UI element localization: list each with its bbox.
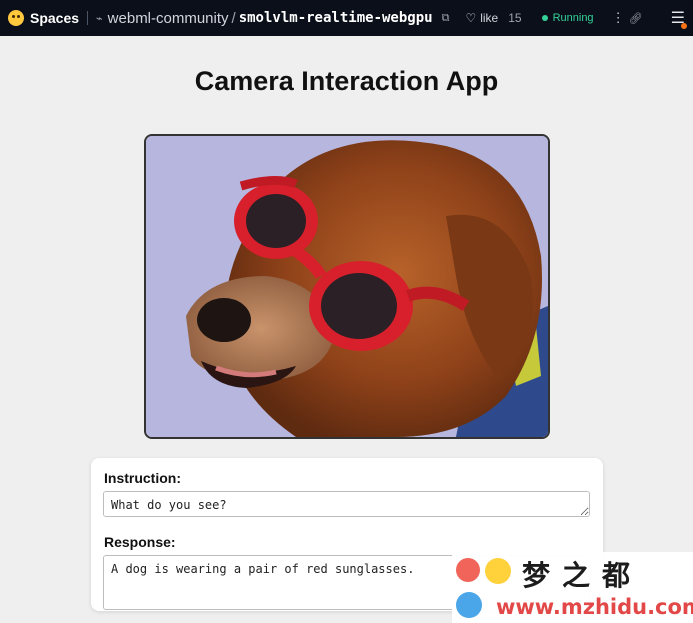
spaces-home-link[interactable]: Spaces [8,10,79,26]
divider [87,11,89,25]
status-label: Running [552,12,594,24]
notification-badge [681,23,687,29]
response-label: Response: [104,534,176,550]
watermark-bubble-icon [456,558,480,582]
dog-with-goggles-image [146,136,548,437]
heart-icon: ♡ [465,11,477,25]
hamburger-menu-icon[interactable]: ☰ [671,8,687,29]
page-title: Camera Interaction App [194,66,499,96]
status-dot-icon [541,15,548,21]
site-watermark: 梦之都 www.mzhidu.com [452,552,693,623]
status-badge[interactable]: Running [541,12,594,24]
owner-link[interactable]: webml-community [108,10,229,27]
repo-breadcrumb: ⌁ webml-community / smolvlm-realtime-web… [96,10,449,27]
link-icon[interactable]: 🔗︎ [629,12,643,25]
instruction-label: Instruction: [104,470,181,486]
brand-label: Spaces [30,10,80,26]
watermark-bubble-icon [456,592,482,618]
spaces-header: Spaces ⌁ webml-community / smolvlm-realt… [0,0,693,36]
camera-feed [144,134,550,439]
copy-icon[interactable]: ⧉ [442,12,450,25]
breadcrumb-separator: / [231,9,236,27]
like-label: like [480,11,499,25]
repo-name-link[interactable]: smolvlm-realtime-webgpu [239,10,433,26]
like-count: 15 [508,11,522,25]
space-icon: ⌁ [96,12,103,25]
instruction-input[interactable]: What do you see? [103,491,590,517]
watermark-chinese-text: 梦之都 [522,559,643,592]
watermark-url: www.mzhidu.com [496,595,693,619]
like-button[interactable]: ♡ like 15 [465,11,521,25]
watermark-bubble-icon [485,558,511,584]
more-vertical-icon[interactable]: ⋮ [612,10,625,26]
hugging-face-logo-icon [8,10,24,26]
